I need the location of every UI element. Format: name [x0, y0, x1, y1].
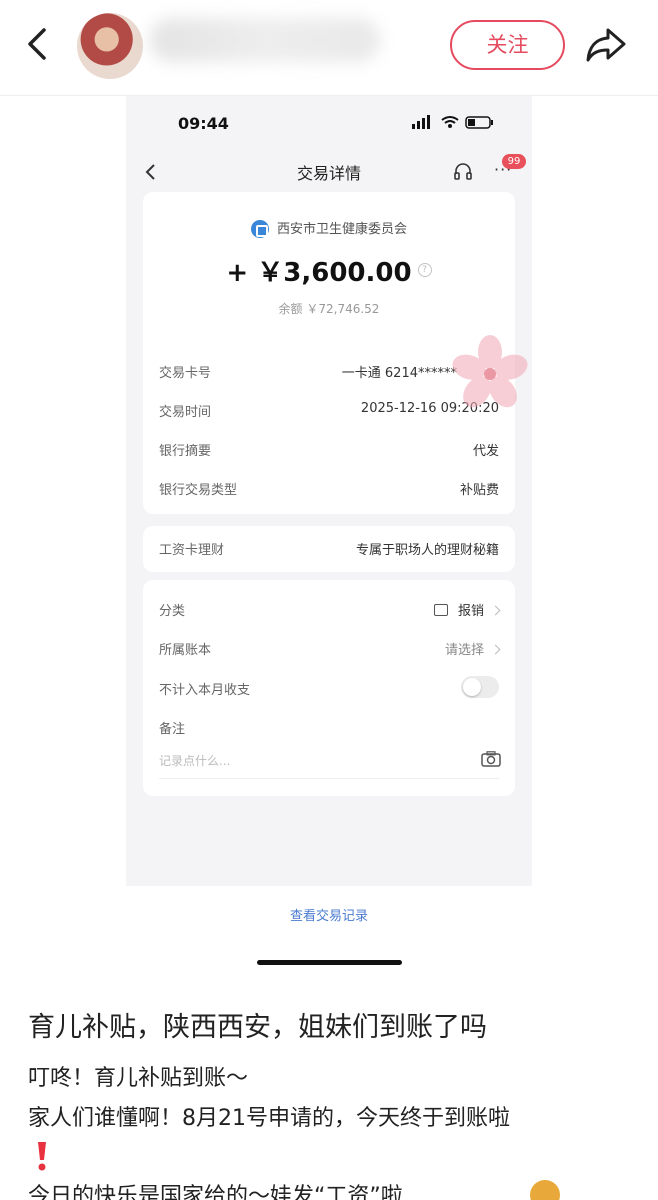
chevron-right-icon	[490, 644, 501, 655]
promo-value: 专属于职场人的理财秘籍	[355, 543, 499, 558]
promo-row: 工资卡理财 专属于职场人的理财秘籍	[159, 539, 499, 559]
category-row[interactable]: 分类 报销	[159, 600, 501, 620]
transaction-card: 西安市卫生健康委员会 + ￥3,600.00? 余额 ￥72,746.52 交易…	[143, 192, 528, 514]
cherry-blossom-sticker	[452, 335, 528, 408]
promo-label: 工资卡理财	[159, 543, 225, 558]
amount: + ￥3,600.00?	[143, 252, 515, 289]
post-line: 家人们谁懂啊！8月21号申请的，今天终于到账啦	[28, 1106, 510, 1131]
exclamation-icon	[38, 1142, 46, 1171]
balance: 余额 ￥72,746.52	[278, 302, 380, 316]
category-label: 分类	[159, 604, 186, 619]
detail-label: 银行摘要	[159, 444, 212, 459]
detail-label: 交易时间	[159, 405, 212, 420]
memo-label: 备注	[159, 722, 186, 737]
detail-value: 一卡通 6214******	[341, 366, 457, 381]
author-avatar[interactable]	[77, 13, 143, 79]
payer-name: 西安市卫生健康委员会	[143, 218, 515, 239]
detail-value: 补贴费	[459, 483, 499, 498]
category-value: 报销	[433, 600, 501, 619]
home-indicator	[257, 960, 402, 965]
memo-row: 备注	[159, 718, 499, 738]
detail-row: 银行交易类型 补贴费	[159, 479, 499, 499]
receipt-icon	[433, 603, 448, 616]
help-icon[interactable]: ?	[417, 262, 432, 277]
follow-button[interactable]: 关注	[450, 20, 565, 70]
money-bag-icon	[530, 1180, 560, 1200]
detail-label: 银行交易类型	[159, 483, 238, 498]
transaction-screenshot: 09:44 交易详情 ··· 99 西安市卫生健康委员会 + ￥3,600.00…	[126, 96, 532, 886]
detail-value: 代发	[472, 444, 499, 459]
post-line: 叮咚！育儿补贴到账～	[28, 1066, 249, 1091]
detail-row: 银行摘要 代发	[159, 440, 499, 460]
detail-row: 交易时间 2025-12-16 09:20:20	[159, 401, 499, 421]
building-icon	[250, 219, 269, 238]
post-title: 育儿补贴，陕西西安，姐妹们到账了吗	[28, 1012, 487, 1043]
notification-badge: 99	[502, 154, 526, 169]
view-records-link[interactable]: 查看交易记录	[126, 905, 532, 924]
settings-card: 分类 报销 所属账本 请选择 不计入本月收支 备注 记录点什么...	[143, 580, 515, 796]
wealth-promo-card[interactable]: 工资卡理财 专属于职场人的理财秘籍	[143, 526, 515, 572]
memo-divider	[159, 778, 499, 779]
status-bar-icons	[412, 115, 493, 129]
post-header: 关注	[0, 0, 658, 96]
detail-row: 交易卡号 一卡通 6214******	[159, 362, 499, 382]
account-label: 所属账本	[159, 643, 212, 658]
memo-input[interactable]: 记录点什么...	[159, 752, 230, 769]
back-arrow-icon[interactable]	[22, 26, 52, 62]
camera-icon[interactable]	[481, 751, 501, 767]
exclude-row: 不计入本月收支	[159, 676, 499, 699]
chevron-right-icon	[490, 605, 501, 616]
status-time: 09:44	[178, 114, 229, 133]
exclude-toggle[interactable]	[461, 676, 499, 698]
account-value: 请选择	[445, 639, 501, 658]
detail-label: 交易卡号	[159, 366, 212, 381]
share-icon[interactable]	[584, 24, 628, 64]
blurred-author-name	[150, 18, 380, 62]
headset-icon[interactable]	[453, 162, 473, 182]
post-line: 今日的快乐是国家给的～娃发“工资”啦	[28, 1184, 403, 1200]
account-book-row[interactable]: 所属账本 请选择	[159, 639, 501, 659]
exclude-label: 不计入本月收支	[159, 683, 251, 698]
